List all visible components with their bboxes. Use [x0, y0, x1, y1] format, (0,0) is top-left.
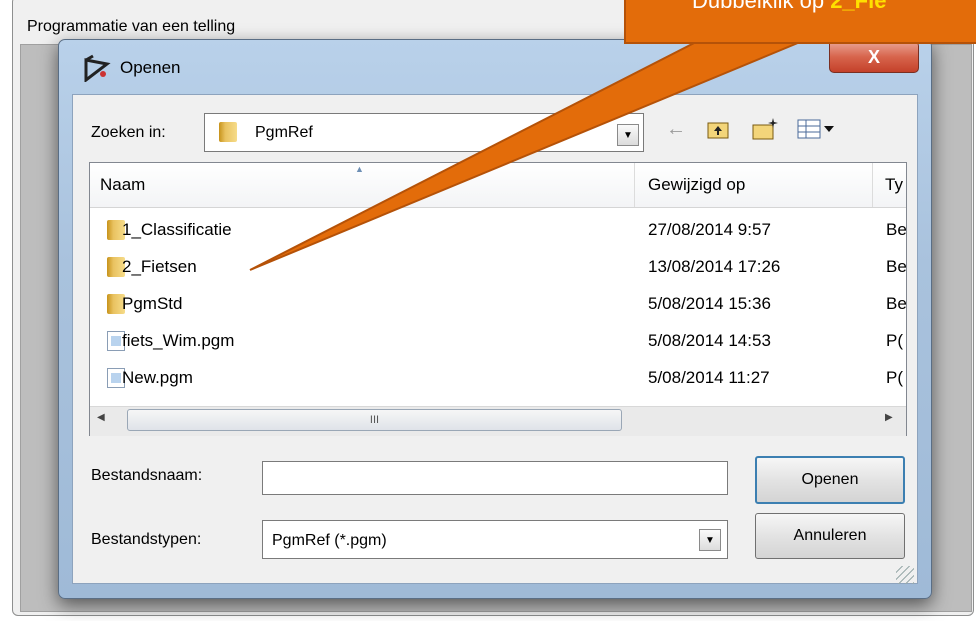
- dialog-app-icon: [83, 54, 111, 84]
- resize-grip-icon[interactable]: [896, 566, 914, 584]
- background-window-title: Programmatie van een telling: [27, 18, 236, 35]
- chevron-down-icon[interactable]: ▼: [699, 529, 721, 551]
- column-header-date[interactable]: Gewijzigd op: [648, 175, 745, 195]
- column-divider[interactable]: [634, 163, 635, 207]
- scroll-right-icon[interactable]: ▶: [885, 412, 893, 423]
- item-name: PgmStd: [122, 294, 183, 313]
- filetype-value: PgmRef (*.pgm): [272, 532, 387, 549]
- sort-ascending-icon: ▲: [355, 164, 364, 174]
- look-in-value: PgmRef: [255, 124, 313, 141]
- item-type: P(: [886, 331, 903, 350]
- item-date: 5/08/2014 14:53: [648, 331, 771, 350]
- list-item[interactable]: 2_Fietsen 13/08/2014 17:26 Be: [90, 249, 906, 285]
- filename-input[interactable]: [262, 461, 728, 495]
- back-arrow-icon[interactable]: ←: [661, 114, 691, 144]
- cancel-button[interactable]: Annuleren: [755, 513, 905, 559]
- close-button[interactable]: X: [829, 41, 919, 73]
- item-type: Be: [886, 257, 906, 276]
- new-folder-icon[interactable]: [750, 114, 780, 144]
- item-date: 27/08/2014 9:57: [648, 220, 771, 239]
- list-item[interactable]: 1_Classificatie 27/08/2014 9:57 Be: [90, 212, 906, 248]
- list-item[interactable]: PgmStd 5/08/2014 15:36 Be: [90, 286, 906, 322]
- item-type: Be: [886, 294, 906, 313]
- look-in-label: Zoeken in:: [91, 124, 166, 141]
- column-header-type[interactable]: Ty: [885, 175, 903, 195]
- item-type: P(: [886, 368, 903, 387]
- chevron-down-icon[interactable]: ▼: [617, 124, 639, 146]
- folder-icon: [219, 122, 237, 142]
- filetype-label: Bestandstypen:: [91, 531, 202, 548]
- list-header: [90, 163, 906, 208]
- up-folder-icon[interactable]: [703, 114, 733, 144]
- scrollbar-thumb[interactable]: III: [127, 409, 622, 431]
- scroll-left-icon[interactable]: ◀: [97, 412, 105, 423]
- filename-label: Bestandsnaam:: [91, 467, 203, 484]
- item-name: 2_Fietsen: [122, 257, 197, 276]
- dialog-title: Openen: [120, 58, 181, 77]
- item-name: 1_Classificatie: [122, 220, 232, 239]
- item-date: 5/08/2014 11:27: [648, 368, 770, 387]
- view-menu-icon[interactable]: [794, 114, 848, 144]
- list-item[interactable]: fiets_Wim.pgm 5/08/2014 14:53 P(: [90, 323, 906, 359]
- column-header-name[interactable]: Naam: [100, 175, 145, 195]
- item-date: 13/08/2014 17:26: [648, 257, 781, 276]
- callout-text: Dubbelklik op 2_Fie: [692, 0, 887, 13]
- item-name: fiets_Wim.pgm: [122, 331, 235, 350]
- open-button[interactable]: Openen: [755, 456, 905, 504]
- list-item[interactable]: New.pgm 5/08/2014 11:27 P(: [90, 360, 906, 396]
- item-name: New.pgm: [122, 368, 193, 387]
- item-type: Be: [886, 220, 906, 239]
- column-divider[interactable]: [872, 163, 873, 207]
- item-date: 5/08/2014 15:36: [648, 294, 771, 313]
